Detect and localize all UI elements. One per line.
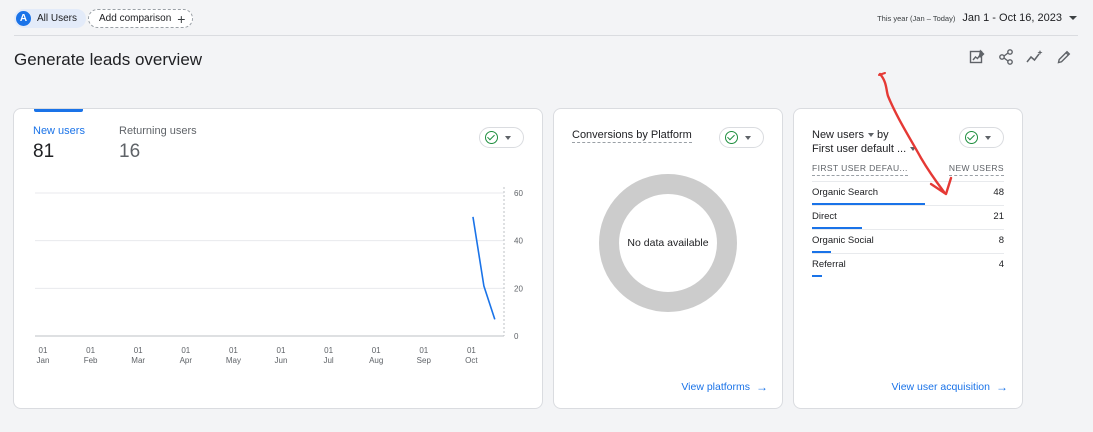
add-comparison-label: Add comparison xyxy=(99,13,172,24)
card-status-dropdown[interactable] xyxy=(959,127,1004,148)
y-tick-label: 0 xyxy=(514,332,519,341)
row-label: Organic Search xyxy=(812,187,879,198)
users-trend-card: New users 81 Returning users 16 60 40 20 0 0… xyxy=(13,108,543,409)
row-label: Organic Social xyxy=(812,235,874,246)
edit-icon[interactable] xyxy=(1054,47,1073,66)
card-title: New users by First user default ... xyxy=(812,128,917,156)
x-tick-month: Mar xyxy=(131,356,145,365)
x-tick-day: 01 xyxy=(181,346,190,355)
check-circle-icon xyxy=(965,131,978,144)
y-tick-label: 20 xyxy=(514,284,523,293)
x-tick-day: 01 xyxy=(39,346,48,355)
table-row[interactable]: Organic Social 8 xyxy=(812,229,1004,253)
caret-down-icon xyxy=(745,135,751,140)
x-tick-day: 01 xyxy=(229,346,238,355)
card-title[interactable]: Conversions by Platform xyxy=(572,129,692,143)
no-data-message: No data available xyxy=(627,237,709,249)
x-tick-month: Jan xyxy=(37,356,50,365)
row-label: Direct xyxy=(812,211,837,222)
link-label: View user acquisition xyxy=(891,381,990,393)
customize-report-icon[interactable] xyxy=(967,47,986,66)
metric-selector-label: New users xyxy=(812,129,864,141)
x-tick-month: Jun xyxy=(275,356,288,365)
segment-avatar: A xyxy=(16,11,31,26)
date-range-preset: This year (Jan – Today) xyxy=(877,13,956,23)
dimension-selector[interactable]: First user default ... xyxy=(812,143,917,155)
x-tick-month: Apr xyxy=(180,356,193,365)
row-label: Referral xyxy=(812,259,846,270)
header-divider xyxy=(14,35,1078,36)
x-tick-month: Oct xyxy=(465,356,478,365)
x-tick-day: 01 xyxy=(324,346,333,355)
table-row[interactable]: Direct 21 xyxy=(812,205,1004,229)
check-circle-icon xyxy=(725,131,738,144)
x-tick-month: Aug xyxy=(369,356,383,365)
x-tick-day: 01 xyxy=(134,346,143,355)
x-tick-day: 01 xyxy=(419,346,428,355)
title-by: by xyxy=(877,129,889,141)
table-row[interactable]: Organic Search 48 xyxy=(812,181,1004,205)
row-value: 8 xyxy=(998,235,1004,246)
x-tick-day: 01 xyxy=(372,346,381,355)
y-tick-label: 40 xyxy=(514,237,523,246)
segment-chip-all-users[interactable]: A All Users xyxy=(14,9,87,28)
add-comparison-button[interactable]: Add comparison + xyxy=(88,9,194,28)
caret-down-icon xyxy=(910,147,917,152)
row-value: 48 xyxy=(993,187,1004,198)
view-platforms-link[interactable]: View platforms → xyxy=(681,380,768,394)
empty-donut-chart: No data available xyxy=(599,174,737,312)
users-line-chart: 604020001Jan01Feb01Mar01Apr01May01Jun01J… xyxy=(35,187,523,365)
view-user-acquisition-link[interactable]: View user acquisition → xyxy=(892,380,1008,394)
row-share-bar xyxy=(812,275,822,277)
x-tick-day: 01 xyxy=(86,346,95,355)
card-status-dropdown[interactable] xyxy=(719,127,764,148)
arrow-right-icon: → xyxy=(756,380,768,394)
caret-down-icon xyxy=(1069,16,1077,20)
top-bar: A All Users Add comparison + This year (… xyxy=(14,9,1077,29)
page-title: Generate leads overview xyxy=(14,50,203,69)
user-acquisition-card: New users by First user default ... FIRS… xyxy=(793,108,1023,409)
plus-icon: + xyxy=(177,10,186,27)
conversions-by-platform-card: Conversions by Platform No data availabl… xyxy=(553,108,783,409)
dimension-selector-label: First user default ... xyxy=(812,143,907,155)
arrow-right-icon: → xyxy=(996,380,1008,394)
x-tick-day: 01 xyxy=(277,346,286,355)
date-range-value: Jan 1 - Oct 16, 2023 xyxy=(962,12,1062,24)
x-tick-month: Feb xyxy=(84,356,98,365)
column-header-new-users[interactable]: NEW USERS xyxy=(948,163,1004,176)
metric-selector[interactable]: New users xyxy=(812,129,874,141)
insights-icon[interactable] xyxy=(1025,47,1044,66)
x-tick-month: Sep xyxy=(417,356,432,365)
caret-down-icon xyxy=(985,135,991,140)
x-tick-day: 01 xyxy=(467,346,476,355)
acquisition-table: Organic Search 48 Direct 21 Organic Social 8 R… xyxy=(812,181,1004,277)
date-range-picker[interactable]: This year (Jan – Today) Jan 1 - Oct 16, … xyxy=(877,12,1077,24)
y-tick-label: 60 xyxy=(514,189,523,198)
row-value: 21 xyxy=(993,211,1004,222)
segment-label: All Users xyxy=(37,13,78,24)
x-tick-month: Jul xyxy=(323,356,333,365)
table-row[interactable]: Referral 4 xyxy=(812,253,1004,277)
new-users-series-line xyxy=(472,216,496,320)
caret-down-icon xyxy=(867,133,874,138)
x-tick-month: May xyxy=(226,356,241,365)
link-label: View platforms xyxy=(681,381,750,393)
column-header-dimension[interactable]: FIRST USER DEFAU... xyxy=(812,163,908,176)
share-icon[interactable] xyxy=(996,47,1015,66)
row-value: 4 xyxy=(998,259,1004,270)
report-actions xyxy=(967,47,1073,66)
